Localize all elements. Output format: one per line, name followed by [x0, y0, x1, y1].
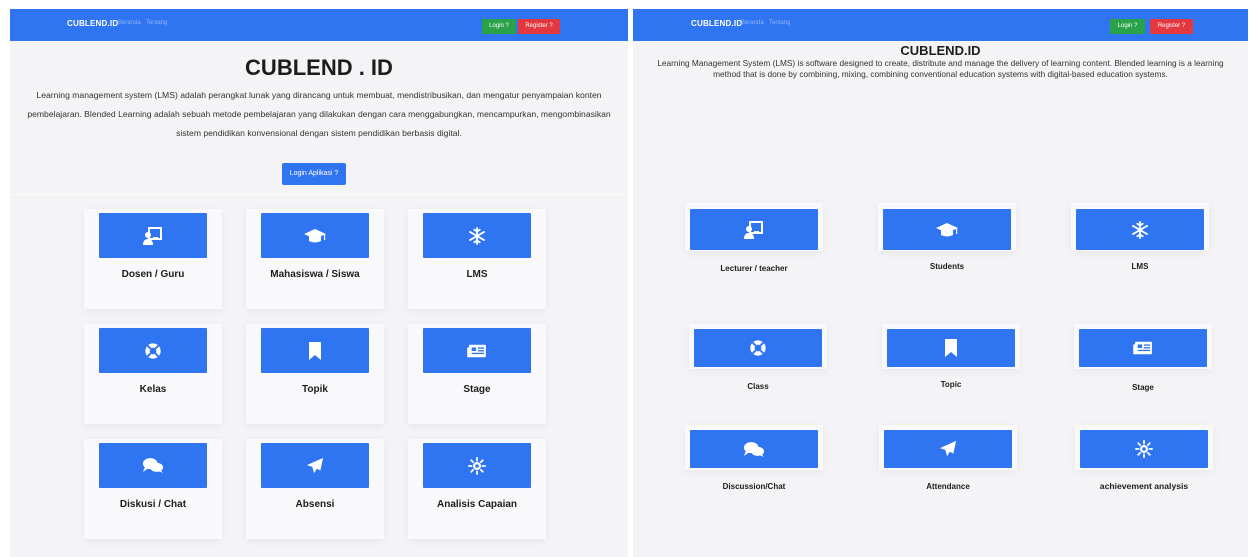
brand-logo[interactable]: CUBLEND.ID	[67, 19, 118, 28]
screenshot-english: CUBLEND.ID Beranda Tentang Login ? Regis…	[633, 9, 1248, 557]
tile-label-discussion: Discussion/Chat	[722, 482, 786, 491]
login-app-label: Login Aplikasi ?	[289, 170, 339, 177]
tile-label-discussion: Diskusi / Chat	[119, 499, 187, 510]
page-title: CUBLEND . ID	[245, 55, 393, 80]
tile-button-students[interactable]	[883, 209, 1011, 250]
nav-link-about[interactable]: Tentang	[769, 20, 790, 26]
tile-button-discussion[interactable]	[99, 443, 207, 488]
nav-link-home[interactable]: Beranda	[741, 20, 764, 26]
paper-plane-icon	[939, 440, 957, 458]
sun-gear-icon	[1135, 440, 1153, 458]
login-app-button[interactable]: Login Aplikasi ?	[282, 163, 346, 185]
tile-button-students[interactable]	[261, 213, 369, 258]
tile-button-attendance[interactable]	[884, 430, 1012, 468]
comments-icon	[743, 441, 765, 458]
login-label: Login ?	[489, 23, 509, 29]
tile-button-achievement[interactable]	[1080, 430, 1208, 468]
login-label: Login ?	[1117, 23, 1138, 29]
login-button[interactable]: Login ?	[482, 19, 516, 34]
sun-gear-icon	[468, 457, 486, 475]
chalkboard-teacher-icon	[744, 220, 764, 240]
tile-label-stage: Stage	[463, 384, 491, 395]
tile-button-lecturer[interactable]	[690, 209, 818, 250]
newspaper-icon	[1133, 340, 1153, 356]
tile-button-class[interactable]	[694, 329, 822, 367]
tile-button-stage[interactable]	[423, 328, 531, 373]
snowflake-icon	[468, 227, 486, 245]
tile-label-topic: Topik	[302, 384, 328, 395]
brand-logo[interactable]: CUBLEND.ID	[691, 19, 742, 28]
hero-description: Learning Management System (LMS) is soft…	[657, 58, 1224, 79]
tile-label-lms: LMS	[1131, 262, 1149, 271]
graduation-cap-icon	[936, 222, 958, 238]
tile-label-class: Class	[747, 382, 769, 391]
register-button[interactable]: Register ?	[518, 19, 560, 34]
hero-description: Learning management system (LMS) adalah …	[27, 90, 611, 138]
tile-button-attendance[interactable]	[261, 443, 369, 488]
tile-button-topic[interactable]	[887, 329, 1015, 367]
tile-button-class[interactable]	[99, 328, 207, 373]
tile-label-students: Students	[929, 262, 965, 271]
tile-label-stage: Stage	[1132, 383, 1154, 392]
tile-label-achievement: achievement analysis	[1099, 481, 1189, 491]
navbar: CUBLEND.ID Beranda Tentang Login ? Regis…	[10, 9, 628, 41]
tile-label-students: Mahasiswa / Siswa	[270, 269, 360, 280]
navbar: CUBLEND.ID Beranda Tentang Login ? Regis…	[633, 9, 1248, 41]
tile-button-achievement[interactable]	[423, 443, 531, 488]
life-ring-icon	[144, 342, 162, 360]
life-ring-icon	[749, 339, 767, 357]
login-button[interactable]: Login ?	[1110, 19, 1145, 34]
comments-icon	[142, 457, 164, 474]
page-title: CUBLEND.ID	[900, 43, 981, 58]
tile-label-attendance: Attendance	[926, 482, 970, 491]
nav-link-about[interactable]: Tentang	[146, 20, 167, 26]
graduation-cap-icon	[304, 228, 326, 244]
register-label: Register ?	[525, 23, 553, 29]
hero-divider	[10, 194, 628, 195]
snowflake-icon	[1131, 221, 1149, 239]
tile-label-lecturer: Lecturer / teacher	[720, 264, 788, 273]
tile-button-topic[interactable]	[261, 328, 369, 373]
nav-link-home[interactable]: Beranda	[118, 20, 141, 26]
tile-button-stage[interactable]	[1079, 329, 1207, 367]
tile-label-lms: LMS	[466, 269, 488, 280]
tile-button-lms[interactable]	[423, 213, 531, 258]
bookmark-icon	[944, 338, 958, 358]
screenshot-indonesian: CUBLEND.ID Beranda Tentang Login ? Regis…	[10, 9, 628, 557]
tile-button-lms[interactable]	[1076, 209, 1204, 250]
tile-label-attendance: Absensi	[295, 499, 335, 510]
tile-label-achievement: Analisis Capaian	[436, 499, 518, 510]
tile-label-lecturer: Dosen / Guru	[121, 269, 185, 280]
tile-label-topic: Topic	[940, 380, 962, 389]
tile-button-discussion[interactable]	[690, 430, 818, 468]
tile-label-class: Kelas	[139, 384, 167, 395]
register-label: Register ?	[1157, 23, 1186, 29]
paper-plane-icon	[306, 457, 324, 475]
bookmark-icon	[308, 341, 322, 361]
register-button[interactable]: Register ?	[1150, 19, 1193, 34]
newspaper-icon	[467, 343, 487, 359]
chalkboard-teacher-icon	[143, 226, 163, 246]
tile-button-lecturer[interactable]	[99, 213, 207, 258]
